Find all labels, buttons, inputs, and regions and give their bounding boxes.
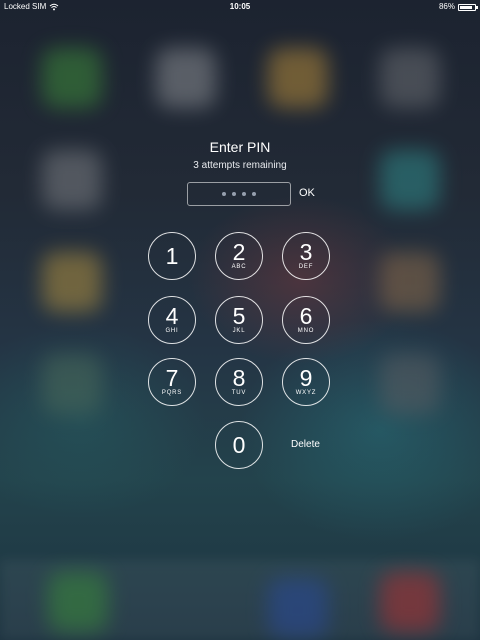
key-digit: 8 (232, 365, 246, 391)
blurred-dock-icon (268, 578, 328, 638)
status-right: 86% (438, 0, 478, 14)
key-5[interactable]: 5 JKL (215, 296, 263, 344)
battery-percent: 86% (438, 2, 455, 11)
key-2[interactable]: 2 ABC (215, 232, 263, 280)
blurred-app-icon (380, 48, 440, 108)
blurred-app-icon (268, 48, 328, 108)
key-0[interactable]: 0 (215, 421, 263, 469)
blurred-app-icon (42, 150, 102, 210)
key-digit: 6 (299, 303, 313, 329)
key-digit: 9 (299, 365, 313, 391)
blurred-app-icon (380, 354, 440, 414)
key-3[interactable]: 3 DEF (282, 232, 330, 280)
attempts-remaining: 3 attempts remaining (193, 160, 287, 171)
blurred-app-icon (42, 252, 102, 312)
key-digit: 3 (299, 239, 313, 265)
key-digit: 0 (232, 432, 246, 458)
pin-input[interactable] (187, 182, 291, 206)
key-letters: PQRS (161, 390, 183, 396)
battery-icon (458, 3, 478, 11)
key-digit: 1 (165, 243, 179, 269)
key-letters: MNO (297, 328, 315, 334)
key-letters: GHI (165, 328, 179, 334)
blurred-app-icon (380, 150, 440, 210)
key-1[interactable]: 1 (148, 232, 196, 280)
blurred-app-icon (42, 354, 102, 414)
key-letters: TUV (231, 390, 247, 396)
blurred-app-icon (156, 48, 216, 108)
key-4[interactable]: 4 GHI (148, 296, 196, 344)
pin-dot (252, 192, 256, 196)
key-letters: DEF (298, 264, 314, 270)
key-letters: WXYZ (295, 390, 317, 396)
pin-dot (222, 192, 226, 196)
status-time: 10:05 (229, 2, 251, 11)
key-7[interactable]: 7 PQRS (148, 358, 196, 406)
key-letters: ABC (231, 264, 247, 270)
status-bar: Locked SIM 10:05 86% (0, 0, 480, 14)
key-9[interactable]: 9 WXYZ (282, 358, 330, 406)
key-digit: 4 (165, 303, 179, 329)
key-digit: 5 (232, 303, 246, 329)
key-digit: 7 (165, 365, 179, 391)
key-6[interactable]: 6 MNO (282, 296, 330, 344)
pin-dot (232, 192, 236, 196)
pin-dot (242, 192, 246, 196)
delete-button[interactable]: Delete (291, 439, 320, 450)
ok-button[interactable]: OK (299, 187, 315, 199)
blurred-app-icon (380, 252, 440, 312)
blurred-dock-icon (380, 572, 440, 632)
key-8[interactable]: 8 TUV (215, 358, 263, 406)
page-title: Enter PIN (209, 139, 271, 155)
blurred-dock-icon (48, 572, 108, 632)
battery-level (460, 5, 473, 9)
key-digit: 2 (232, 239, 246, 265)
blurred-app-icon (42, 48, 102, 108)
key-letters: JKL (232, 328, 246, 334)
